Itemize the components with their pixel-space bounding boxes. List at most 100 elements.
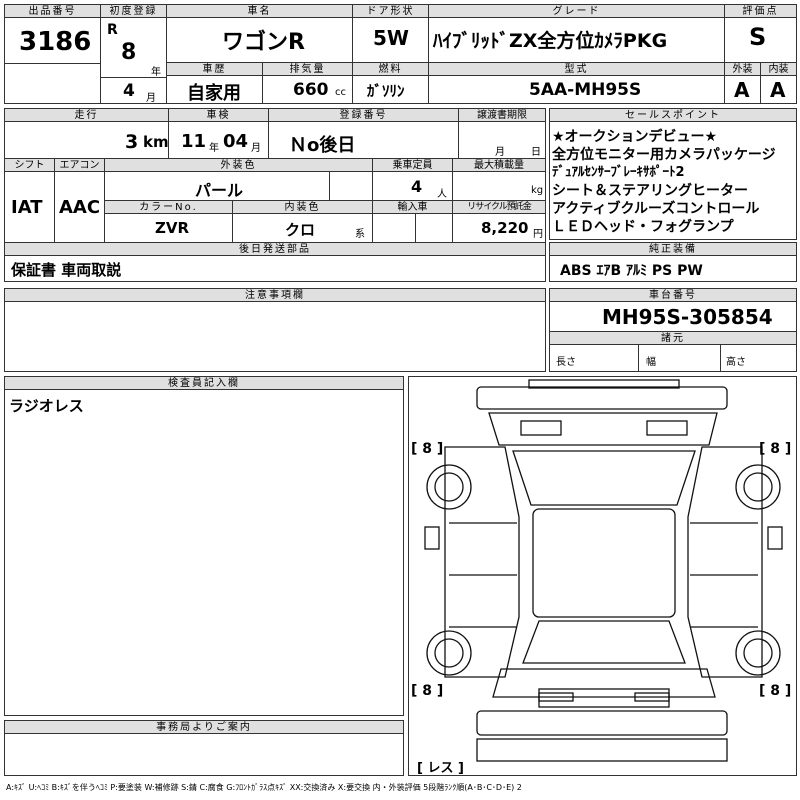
chassis-label: 車台番号 (550, 289, 796, 302)
model-label: 型式 (429, 63, 724, 76)
exterior-color-cell: 外装色 パール (105, 159, 373, 201)
grade-cell: グレード ﾊｲﾌﾞﾘｯﾄﾞZX全方位ｶﾒﾗPKG (429, 5, 725, 63)
car-name-label: 車名 (167, 5, 352, 18)
recycle-unit: 円 (533, 229, 543, 240)
cc-label: 排気量 (263, 63, 352, 76)
ac-cell: エアコン AAC (55, 159, 105, 243)
door-type: 5W (373, 26, 409, 50)
mileage-cell: 走行 3 km (5, 109, 169, 159)
office-label: 事務局よりご案内 (5, 721, 403, 734)
air-conditioner: AAC (59, 197, 101, 218)
height-label: 高さ (726, 357, 746, 368)
cc-unit: cc (335, 87, 346, 98)
history-label: 車歴 (167, 63, 262, 76)
interior-grade-cell: 内装 A (761, 63, 796, 103)
later-parts: 保証書 車両取説 (11, 261, 122, 279)
capacity-cell: 乗車定員 4 人 (373, 159, 453, 201)
inspection-year: 11 (181, 131, 207, 152)
shift: IAT (11, 197, 43, 218)
office-panel: 事務局よりご案内 (4, 720, 404, 776)
transfer-cell: 譲渡書期限 月 日 (459, 109, 545, 159)
reg-month: 4 (123, 81, 135, 101)
later-label: 後日発送部品 (5, 243, 545, 256)
year-unit: 年 (151, 67, 161, 78)
mileage: 3 (125, 131, 139, 153)
color-no-label: カラーNo. (105, 201, 232, 214)
inspector-panel: 検査員記入欄 ラジオレス (4, 376, 404, 716)
recycle-cell: リサイクル預託金 8,220 円 (453, 201, 545, 243)
inspection-month: 04 (223, 131, 249, 152)
inspection-cell: 車検 11 年 04 月 (169, 109, 269, 159)
door-label: ドア形状 (353, 5, 428, 18)
sales-point-item: ＬＥＤヘッド・フォグランプ (552, 219, 734, 235)
transfer-day-unit: 日 (531, 147, 541, 158)
score-label: 評価点 (725, 5, 796, 18)
transfer-label: 譲渡書期限 (459, 109, 545, 122)
import-label: 輸入車 (373, 201, 452, 214)
sales-point-item: ★オークションデビュー★ (552, 129, 718, 145)
transfer-month-unit: 月 (495, 147, 505, 158)
inspection-label: 車検 (169, 109, 268, 122)
fuel-label: 燃料 (353, 63, 428, 76)
inspector-comment: ラジオレス (9, 397, 84, 415)
sales-point-item: ﾃﾞｭｱﾙｾﾝｻｰﾌﾞﾚｰｷｻﾎﾟｰﾄ2 (552, 165, 685, 180)
damage-legend: A:ｷｽﾞ U:ﾍｺﾐ B:ｷｽﾞを伴うﾍｺﾐ P:要塗装 W:補修跡 S:錆 … (6, 783, 522, 792)
tire-rear-right: [ 8 ] (759, 683, 792, 699)
exterior-color: パール (195, 181, 244, 200)
first-reg-label: 初度登録 (101, 5, 166, 18)
fuel: ｶﾞｿﾘﾝ (367, 82, 405, 100)
car-name: ワゴンR (222, 30, 305, 55)
month-unit: 月 (146, 93, 156, 104)
history-cell: 車歴 自家用 (167, 63, 263, 104)
insp-year-unit: 年 (209, 143, 219, 154)
ext-label: 外装 (725, 63, 760, 76)
later-parts-cell: 後日発送部品 保証書 車両取説 (5, 243, 545, 281)
max-load-cell: 最大積載量 kg (453, 159, 545, 201)
fuel-cell: 燃料 ｶﾞｿﾘﾝ (353, 63, 429, 103)
recycle-fee: 8,220 (481, 219, 529, 237)
score: S (749, 23, 767, 51)
chassis-number: MH95S-305854 (602, 305, 773, 329)
model-code: 5AA-MH95S (529, 80, 642, 100)
vehicle-header-table: 出品番号 3186 初度登録 R 8 年 4 月 車名 ワゴンR ドア形状 5W… (4, 4, 797, 104)
grade: ﾊｲﾌﾞﾘｯﾄﾞZX全方位ｶﾒﾗPKG (433, 30, 668, 52)
vehicle-detail-table: 走行 3 km 車検 11 年 04 月 登録番号 Ｎo後日 譲渡書期限 月 日… (4, 108, 546, 282)
door-cell: ドア形状 5W (353, 5, 429, 63)
capacity: 4 (411, 177, 423, 196)
history: 自家用 (187, 83, 241, 104)
sales-point-item: 全方位モニター用カメラパッケージ (552, 147, 776, 163)
spec-label: 諸元 (550, 332, 796, 345)
sales-point-item: シート＆ステアリングヒーター (552, 183, 748, 199)
car-name-cell: 車名 ワゴンR (167, 5, 353, 63)
width-label: 幅 (646, 357, 656, 368)
inspector-label: 検査員記入欄 (5, 377, 403, 390)
notes-panel: 注意事項欄 (4, 288, 546, 372)
era: R (107, 22, 118, 38)
reg-year: 8 (121, 40, 137, 65)
sales-point-item: アクティブクルーズコントロール (552, 201, 760, 217)
equipment-list: ABS ｴｱB ｱﾙﾐ PS PW (560, 263, 703, 279)
color-label: 外装色 (105, 159, 372, 172)
mileage-unit: km (143, 133, 169, 151)
notes-label: 注意事項欄 (5, 289, 545, 302)
equipment-panel: 純正装備 ABS ｴｱB ｱﾙﾐ PS PW (549, 242, 797, 282)
model-cell: 型式 5AA-MH95S (429, 63, 725, 103)
recycle-label: リサイクル預託金 (453, 201, 545, 214)
spare-tire-note: [ レス ] (417, 761, 464, 776)
load-unit: kg (531, 185, 544, 196)
tire-rear-left: [ 8 ] (411, 683, 444, 699)
grade-label: グレード (429, 5, 724, 18)
sales-points-label: セールスポイント (550, 109, 796, 122)
shift-label: シフト (5, 159, 54, 172)
lot-cell: 出品番号 3186 (5, 5, 101, 103)
exterior-grade-cell: 外装 A (725, 63, 761, 103)
interior-color-cell: 内装色 クロ 系 (233, 201, 373, 243)
displacement: 660 (293, 80, 329, 100)
exterior-grade: A (734, 78, 750, 102)
score-cell: 評価点 S (725, 5, 796, 63)
capacity-label: 乗車定員 (373, 159, 452, 172)
registration-number: Ｎo後日 (289, 135, 356, 156)
lot-label: 出品番号 (5, 5, 100, 18)
car-damage-diagram: [ 8 ] [ 8 ] [ 8 ] [ 8 ] [ レス ] (408, 376, 797, 776)
first-registration-cell: 初度登録 R 8 年 4 月 (101, 5, 167, 104)
